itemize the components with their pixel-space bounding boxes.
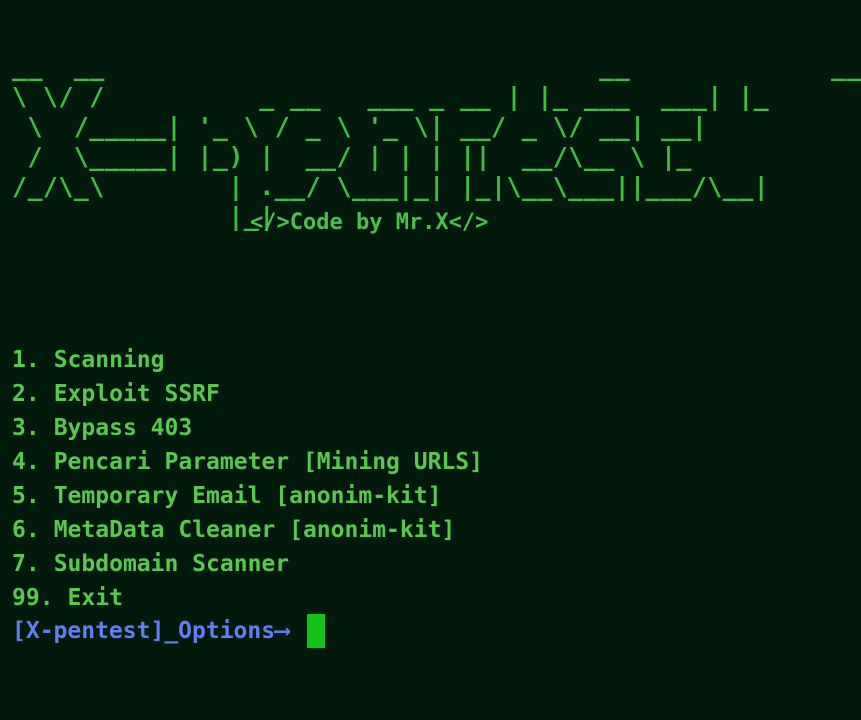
- ascii-banner: __ __ __ __ \ \/ / _ __ ___ _ __ | |_ __…: [12, 52, 861, 231]
- menu-item-label: Temporary Email [anonim-kit]: [53, 483, 442, 509]
- menu-item-subdomain-scanner: 7. Subdomain Scanner: [12, 547, 483, 581]
- menu-item-number: 3.: [12, 415, 40, 441]
- menu-item-number: 99.: [12, 585, 54, 611]
- menu-item-exit: 99. Exit: [12, 581, 483, 615]
- menu-item-label: Pencari Parameter [Mining URLS]: [53, 449, 483, 475]
- menu-item-bypass-403: 3. Bypass 403: [12, 411, 483, 445]
- terminal-window[interactable]: __ __ __ __ \ \/ / _ __ ___ _ __ | |_ __…: [0, 0, 861, 720]
- menu-item-label: MetaData Cleaner [anonim-kit]: [53, 517, 456, 543]
- text-cursor[interactable]: [306, 614, 325, 648]
- menu-item-number: 6.: [12, 517, 40, 543]
- shell-prompt: [X-pentest]_Options⟶: [12, 618, 303, 644]
- menu-item-label: Subdomain Scanner: [53, 551, 290, 577]
- menu-item-temporary-email: 5. Temporary Email [anonim-kit]: [12, 479, 483, 513]
- menu-item-label: Exploit SSRF: [53, 381, 220, 407]
- command-input-line[interactable]: [X-pentest]_Options⟶: [12, 614, 325, 648]
- menu-item-scanning: 1. Scanning: [12, 343, 483, 377]
- menu-item-number: 7.: [12, 551, 40, 577]
- menu-item-label: Exit: [67, 585, 123, 611]
- credit-line: </>Code by Mr.X</>: [250, 210, 489, 235]
- menu-item-label: Bypass 403: [53, 415, 193, 441]
- menu-item-number: 4.: [12, 449, 40, 475]
- menu-item-number: 2.: [12, 381, 40, 407]
- options-menu: 1. Scanning 2. Exploit SSRF 3. Bypass 403 4…: [12, 343, 483, 615]
- menu-item-label: Scanning: [53, 347, 165, 373]
- menu-item-exploit-ssrf: 2. Exploit SSRF: [12, 377, 483, 411]
- menu-item-metadata-cleaner: 6. MetaData Cleaner [anonim-kit]: [12, 513, 483, 547]
- menu-item-pencari-parameter: 4. Pencari Parameter [Mining URLS]: [12, 445, 483, 479]
- menu-item-number: 5.: [12, 483, 40, 509]
- menu-item-number: 1.: [12, 347, 40, 373]
